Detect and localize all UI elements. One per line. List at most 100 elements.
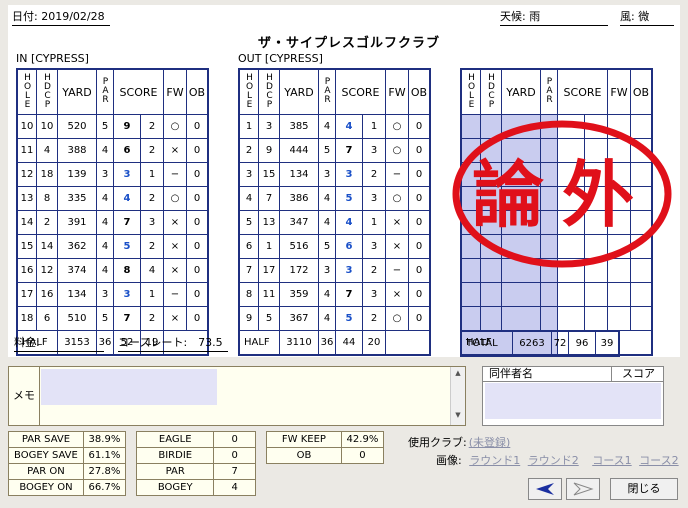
score-cell: 2 (140, 306, 164, 331)
col-header-hdcp-text: HDCP (264, 72, 275, 109)
score-cell: 4 (335, 210, 363, 235)
col-header-ob-text: OB (632, 85, 650, 99)
col-header-score-text: SCORE (119, 85, 158, 99)
empty-cell (607, 282, 631, 307)
score-cell: 6 (36, 306, 58, 331)
out-scorecard-table: HOLE HDCP YARD PAR SCORE FW OB 1 3 385 4 4 1 ○ 0 2 9 444 5… (238, 68, 431, 356)
score-cell: 4 (318, 306, 336, 331)
stat-value: 42.9% (340, 431, 385, 448)
table-row: 9 5 367 4 5 2 ○ 0 (238, 306, 431, 331)
col-header-par: PAR (540, 68, 558, 115)
stat-row: PAR 7 (135, 463, 256, 480)
score-cell: 0 (186, 282, 209, 307)
score-cell: 386 (279, 186, 319, 211)
score-cell: 2 (140, 138, 164, 163)
score-cell: − (385, 258, 409, 283)
half-score: 44 (335, 330, 363, 356)
next-button[interactable] (566, 478, 600, 500)
image-link-course2[interactable]: コース2 (639, 454, 678, 467)
score-cell: 17 (258, 258, 280, 283)
close-button[interactable]: 閉じる (610, 478, 678, 500)
half-par: 36 (318, 330, 336, 356)
stats-rates: PAR SAVE 38.9% BOGEY SAVE 61.1% PAR ON 27.8% B… (8, 431, 127, 496)
score-cell: ○ (163, 114, 187, 139)
total-yard: 6263 (512, 330, 552, 357)
score-cell: 516 (279, 234, 319, 259)
col-header-fw: FW (385, 68, 409, 115)
col-header-score: SCORE (113, 68, 164, 115)
col-header-yard-text: YARD (62, 85, 92, 99)
table-row: 18 6 510 5 7 2 × 0 (16, 306, 209, 331)
score-cell: 17 (16, 282, 37, 307)
col-header-par-text: PAR (322, 77, 333, 104)
score-cell: 139 (57, 162, 97, 187)
score-cell: 4 (140, 258, 164, 283)
stat-row: OB 0 (266, 447, 385, 464)
score-cell: 0 (186, 210, 209, 235)
stamp-text: 論外 (472, 153, 652, 237)
score-cell: 18 (16, 306, 37, 331)
stats-fairway: FW KEEP 42.9% OB 0 (266, 431, 385, 464)
empty-cell (630, 306, 653, 331)
table-row: 5 13 347 4 4 1 × 0 (238, 210, 431, 235)
score-cell: 7 (238, 258, 259, 283)
stat-label: BOGEY SAVE (8, 447, 84, 464)
score-cell: 4 (238, 186, 259, 211)
companion-name-header: 同伴者名 (489, 367, 533, 380)
score-cell: 510 (57, 306, 97, 331)
table-row: 15 14 362 4 5 2 × 0 (16, 234, 209, 259)
club-used-link[interactable]: (未登録) (469, 436, 511, 449)
table-row: 11 4 388 4 6 2 × 0 (16, 138, 209, 163)
image-link-round2[interactable]: ラウンド2 (528, 454, 579, 467)
score-cell: 7 (335, 282, 363, 307)
score-cell: 3 (258, 114, 280, 139)
score-cell: 3 (362, 282, 386, 307)
score-cell: 385 (279, 114, 319, 139)
stat-value: 7 (213, 463, 256, 480)
empty-cell (480, 282, 502, 307)
stat-label: EAGLE (135, 431, 215, 448)
scroll-down-icon[interactable]: ▼ (451, 411, 465, 419)
col-header-hdcp-text: HDCP (42, 72, 53, 109)
score-cell: 0 (186, 114, 209, 139)
stat-value: 61.1% (82, 447, 127, 464)
score-cell: 3 (113, 162, 141, 187)
score-cell: 9 (258, 138, 280, 163)
score-cell: 2 (362, 162, 386, 187)
score-cell: 5 (96, 114, 114, 139)
score-cell: 3 (318, 258, 336, 283)
prev-button[interactable] (528, 478, 562, 500)
memo-input[interactable] (41, 369, 217, 405)
wind-field: 風: 微 (620, 9, 674, 26)
score-cell: 0 (408, 162, 431, 187)
score-cell: 2 (140, 234, 164, 259)
col-header-hdcp: HDCP (36, 68, 58, 115)
image-link-course1[interactable]: コース1 (592, 454, 631, 467)
companion-list[interactable]: 同伴者名 スコア (482, 366, 664, 426)
scroll-up-icon[interactable]: ▲ (451, 369, 465, 377)
score-cell: 14 (36, 234, 58, 259)
table-row: 1 3 385 4 4 1 ○ 0 (238, 114, 431, 139)
image-link-round1[interactable]: ラウンド1 (469, 454, 520, 467)
score-cell: 335 (57, 186, 97, 211)
score-cell: 3 (362, 138, 386, 163)
col-header-score: SCORE (557, 68, 608, 115)
score-cell: 4 (318, 186, 336, 211)
score-cell: 1 (362, 210, 386, 235)
score-cell: − (385, 162, 409, 187)
score-cell: 15 (16, 234, 37, 259)
arrow-left-icon (536, 483, 554, 495)
empty-cell (557, 282, 585, 307)
score-cell: 14 (16, 210, 37, 235)
empty-cell (630, 282, 653, 307)
table-row: 7 17 172 3 3 2−0 (238, 258, 431, 283)
score-cell: 13 (258, 210, 280, 235)
score-cell: 13 (16, 186, 37, 211)
table-row (460, 282, 653, 307)
score-cell: 2 (238, 138, 259, 163)
col-header-fw: FW (607, 68, 631, 115)
score-cell: 10 (16, 114, 37, 139)
memo-scrollbar[interactable]: ▲ ▼ (450, 367, 465, 425)
score-cell: 3 (96, 162, 114, 187)
col-header-hole-text: HOLE (466, 72, 477, 109)
